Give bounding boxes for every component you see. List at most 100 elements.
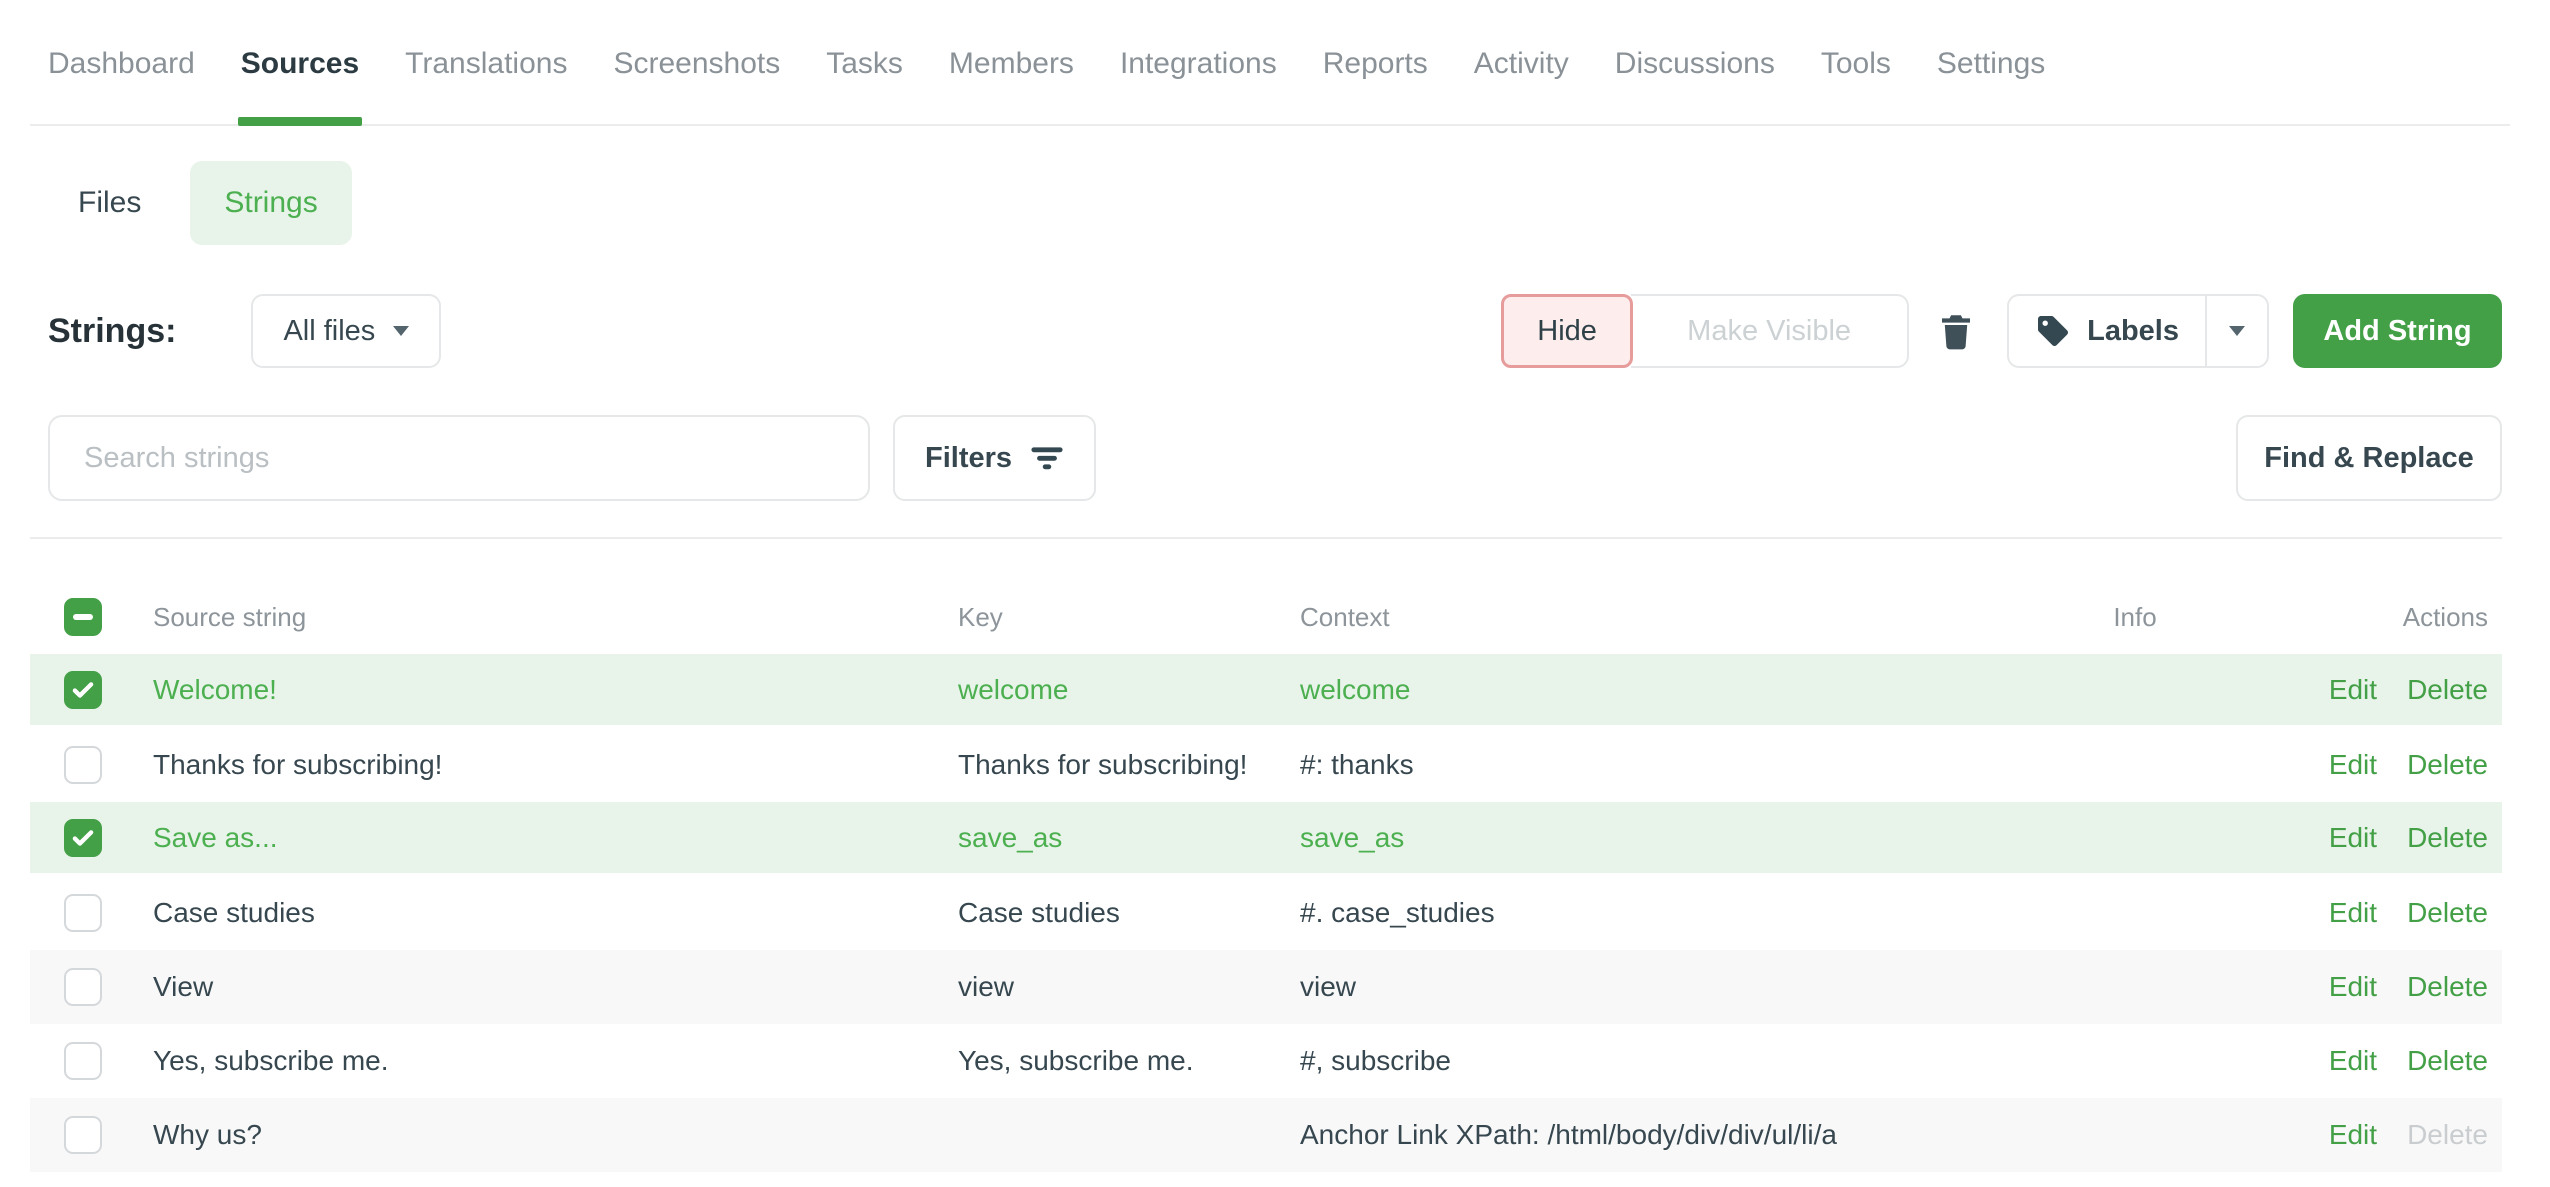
- row-checkbox[interactable]: [64, 1116, 102, 1154]
- add-string-button[interactable]: Add String: [2293, 294, 2502, 368]
- row-check-col: [30, 671, 153, 709]
- tab-files[interactable]: Files: [48, 186, 171, 220]
- column-header-info: Info: [2015, 602, 2255, 633]
- edit-link[interactable]: Edit: [2329, 822, 2377, 854]
- nav-item-members[interactable]: Members: [949, 46, 1074, 124]
- file-filter-dropdown[interactable]: All files: [251, 294, 441, 368]
- key-cell: view: [958, 971, 1300, 1003]
- edit-link[interactable]: Edit: [2329, 1119, 2377, 1151]
- nav-item-integrations[interactable]: Integrations: [1120, 46, 1277, 124]
- filters-button[interactable]: Filters: [893, 415, 1096, 501]
- source-string-cell: Yes, subscribe me.: [153, 1045, 958, 1077]
- header-check-col: [30, 598, 153, 636]
- context-cell: welcome: [1300, 674, 2015, 706]
- nav-item-activity[interactable]: Activity: [1474, 46, 1569, 124]
- delete-link: Delete: [2407, 1119, 2488, 1151]
- column-header-key: Key: [958, 602, 1300, 633]
- search-input[interactable]: [48, 415, 870, 501]
- hide-button[interactable]: Hide: [1501, 294, 1633, 368]
- table-row: Yes, subscribe me. Yes, subscribe me. #,…: [30, 1024, 2502, 1098]
- nav-item-label: Tools: [1821, 47, 1891, 80]
- nav-item-sources[interactable]: Sources: [241, 46, 359, 124]
- search-row: Filters Find & Replace: [48, 415, 2502, 501]
- toolbar-left: Strings: All files: [48, 294, 441, 368]
- row-check-col: [30, 1042, 153, 1080]
- tag-icon: [2035, 313, 2071, 349]
- actions-cell: Edit Delete: [2255, 674, 2502, 706]
- delete-link[interactable]: Delete: [2407, 971, 2488, 1003]
- edit-link[interactable]: Edit: [2329, 749, 2377, 781]
- column-header-actions: Actions: [2255, 602, 2502, 633]
- context-cell: view: [1300, 971, 2015, 1003]
- nav-item-label: Activity: [1474, 47, 1569, 80]
- edit-link[interactable]: Edit: [2329, 897, 2377, 929]
- delete-selected-button[interactable]: [1929, 304, 1983, 358]
- labels-button[interactable]: Labels: [2007, 294, 2205, 368]
- toolbar-right: Hide Make Visible Labels Add String: [1501, 294, 2502, 368]
- nav-item-tasks[interactable]: Tasks: [826, 46, 903, 124]
- strings-toolbar: Strings: All files Hide Make Visible Lab…: [48, 294, 2502, 368]
- check-icon: [70, 677, 96, 703]
- nav-item-label: Reports: [1323, 47, 1428, 80]
- row-checkbox[interactable]: [64, 1042, 102, 1080]
- edit-link[interactable]: Edit: [2329, 971, 2377, 1003]
- chevron-down-icon: [393, 326, 409, 336]
- row-checkbox[interactable]: [64, 819, 102, 857]
- edit-link[interactable]: Edit: [2329, 1045, 2377, 1077]
- actions-cell: Edit Delete: [2255, 1119, 2502, 1151]
- nav-item-screenshots[interactable]: Screenshots: [613, 46, 780, 124]
- actions-cell: Edit Delete: [2255, 822, 2502, 854]
- row-check-col: [30, 1116, 153, 1154]
- delete-link[interactable]: Delete: [2407, 897, 2488, 929]
- table-body: Welcome! welcome welcome Edit Delete Tha…: [30, 654, 2502, 1172]
- select-all-checkbox[interactable]: [64, 598, 102, 636]
- section-divider: [30, 537, 2502, 539]
- source-string-cell: Case studies: [153, 897, 958, 929]
- source-string-cell: Welcome!: [153, 674, 958, 706]
- context-cell: #. case_studies: [1300, 897, 2015, 929]
- trash-icon: [1935, 310, 1977, 352]
- nav-item-label: Tasks: [826, 47, 903, 80]
- actions-cell: Edit Delete: [2255, 971, 2502, 1003]
- row-checkbox[interactable]: [64, 671, 102, 709]
- nav-item-dashboard[interactable]: Dashboard: [48, 46, 195, 124]
- context-cell: #: thanks: [1300, 749, 2015, 781]
- delete-link[interactable]: Delete: [2407, 674, 2488, 706]
- check-icon: [70, 825, 96, 851]
- delete-link[interactable]: Delete: [2407, 822, 2488, 854]
- nav-item-reports[interactable]: Reports: [1323, 46, 1428, 124]
- table-header-row: Source string Key Context Info Actions: [30, 580, 2502, 654]
- nav-item-label: Discussions: [1615, 47, 1775, 80]
- chevron-down-icon: [2229, 326, 2245, 336]
- context-cell: Anchor Link XPath: /html/body/div/div/ul…: [1300, 1119, 2015, 1151]
- source-string-cell: View: [153, 971, 958, 1003]
- labels-dropdown-button[interactable]: [2205, 294, 2269, 368]
- nav-item-settings[interactable]: Settings: [1937, 46, 2045, 124]
- nav-item-discussions[interactable]: Discussions: [1615, 46, 1775, 124]
- delete-link[interactable]: Delete: [2407, 749, 2488, 781]
- source-string-cell: Why us?: [153, 1119, 958, 1151]
- table-row: Thanks for subscribing! Thanks for subsc…: [30, 728, 2502, 802]
- nav-item-label: Sources: [241, 47, 359, 80]
- delete-link[interactable]: Delete: [2407, 1045, 2488, 1077]
- nav-item-label: Integrations: [1120, 47, 1277, 80]
- row-checkbox[interactable]: [64, 746, 102, 784]
- key-cell: Yes, subscribe me.: [958, 1045, 1300, 1077]
- row-check-col: [30, 819, 153, 857]
- nav-item-tools[interactable]: Tools: [1821, 46, 1891, 124]
- edit-link[interactable]: Edit: [2329, 674, 2377, 706]
- nav-item-label: Dashboard: [48, 47, 195, 80]
- tab-strings[interactable]: Strings: [190, 161, 351, 245]
- nav-item-translations[interactable]: Translations: [405, 46, 567, 124]
- row-checkbox[interactable]: [64, 968, 102, 1006]
- find-replace-button[interactable]: Find & Replace: [2236, 415, 2502, 501]
- key-cell: Thanks for subscribing!: [958, 749, 1300, 781]
- key-cell: welcome: [958, 674, 1300, 706]
- project-nav: Dashboard Sources Translations Screenshots T…: [30, 0, 2510, 126]
- table-row: Save as... save_as save_as Edit Delete: [30, 802, 2502, 876]
- file-filter-value: All files: [283, 315, 375, 348]
- labels-split-button: Labels: [2007, 294, 2269, 368]
- table-row: Case studies Case studies #. case_studie…: [30, 876, 2502, 950]
- row-checkbox[interactable]: [64, 894, 102, 932]
- table-row: Why us? Anchor Link XPath: /html/body/di…: [30, 1098, 2502, 1172]
